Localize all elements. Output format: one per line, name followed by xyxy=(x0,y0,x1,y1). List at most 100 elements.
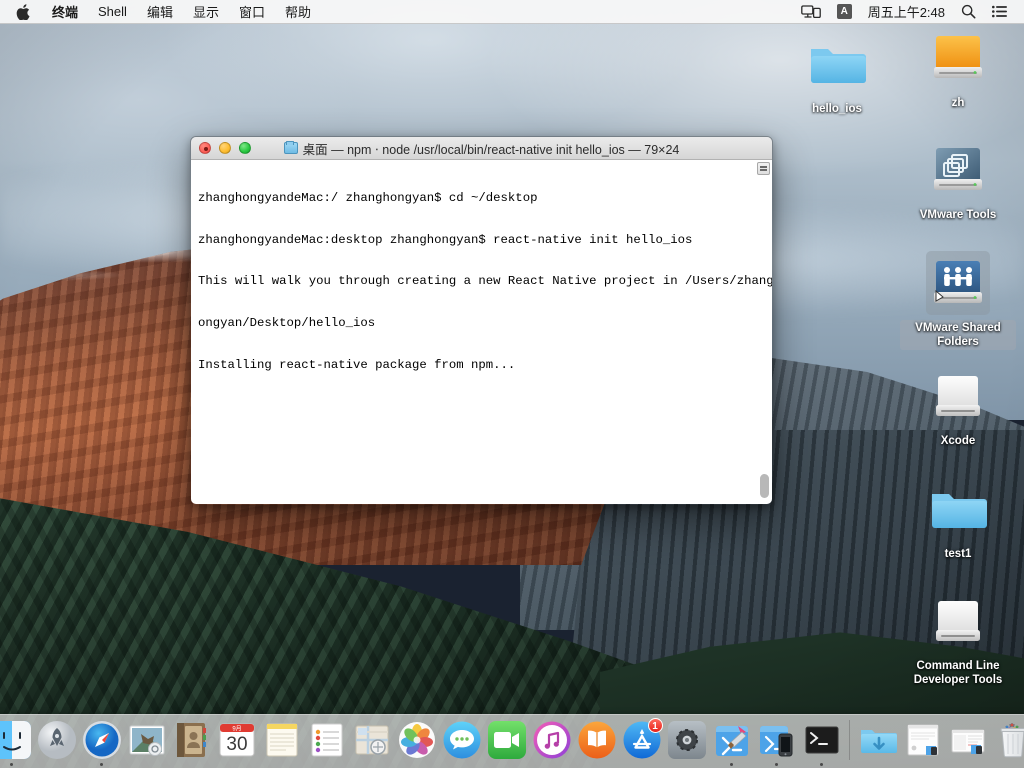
running-indicator xyxy=(99,762,104,766)
safari-icon xyxy=(82,720,122,760)
dock-separator xyxy=(849,720,850,760)
terminal-title-wrap: 桌面 — npm ‧ node /usr/local/bin/react-nat… xyxy=(191,139,772,158)
desktop-icon-label: zh xyxy=(951,97,965,109)
app-store-icon: 1 xyxy=(622,718,663,760)
photos-icon xyxy=(397,720,437,760)
notes-icon xyxy=(262,720,302,760)
menu-item-terminal[interactable]: 终端 xyxy=(42,0,88,23)
folder-icon xyxy=(805,32,869,96)
apple-menu[interactable] xyxy=(0,0,42,23)
dock-item-photos[interactable] xyxy=(394,716,439,766)
minimized-window-thumbnail xyxy=(903,720,943,760)
desktop-icon-label: hello_ios xyxy=(812,103,862,115)
dock-item-safari[interactable] xyxy=(79,716,124,766)
ibooks-icon xyxy=(577,720,617,760)
search-icon[interactable] xyxy=(953,0,984,23)
dock-item-contacts[interactable] xyxy=(169,716,214,766)
xcode-simulator-icon xyxy=(757,720,797,760)
menu-bar-clock[interactable]: 周五上午2:48 xyxy=(860,0,953,23)
desktop-icon-label: VMware Tools xyxy=(919,209,997,221)
calendar-month: 9月 xyxy=(232,726,241,733)
dock-item-minimized-window-2[interactable] xyxy=(945,716,990,766)
dock-item-downloads-stack[interactable] xyxy=(855,716,900,766)
apple-logo-icon xyxy=(16,3,30,20)
terminal-line: zhanghongyandeMac:desktop zhanghongyan$ … xyxy=(198,232,693,247)
messages-icon xyxy=(442,720,482,760)
menu-item-shell[interactable]: Shell xyxy=(88,0,137,23)
running-indicator xyxy=(9,762,14,766)
menu-item-window[interactable]: 窗口 xyxy=(229,0,275,23)
desktop-icon-test1[interactable]: test1 xyxy=(899,477,1017,562)
xcode-icon xyxy=(712,720,752,760)
dock-item-system-preferences[interactable] xyxy=(664,716,709,766)
dock-item-messages[interactable] xyxy=(439,716,484,766)
maps-icon xyxy=(352,720,392,760)
desktop-icon-zh[interactable]: zh xyxy=(899,26,1017,111)
menu-bar-status-area: A 周五上午2:48 xyxy=(793,0,1024,23)
white-drive-icon xyxy=(926,589,990,653)
notification-center-icon[interactable] xyxy=(984,0,1016,23)
dock-item-trash[interactable] xyxy=(990,716,1024,766)
zoom-button[interactable] xyxy=(239,142,251,154)
desktop-icon-hello_ios[interactable]: hello_ios xyxy=(778,32,896,117)
running-indicator xyxy=(729,762,734,766)
orange-drive-icon xyxy=(926,26,990,90)
terminal-scrollbar-thumb[interactable] xyxy=(760,474,769,498)
terminal-line: This will walk you through creating a ne… xyxy=(198,274,773,289)
input-method-indicator[interactable]: A xyxy=(829,0,860,23)
desktop-icon-command-line-developer-tools[interactable]: Command Line Developer Tools xyxy=(899,589,1017,688)
menu-item-help[interactable]: 帮助 xyxy=(275,0,321,23)
white-drive-icon xyxy=(926,364,990,428)
desktop-icon-label: test1 xyxy=(944,548,972,560)
terminal-title-bar[interactable]: 桌面 — npm ‧ node /usr/local/bin/react-nat… xyxy=(191,137,772,160)
terminal-output-area[interactable]: zhanghongyandeMac:/ zhanghongyan$ cd ~/d… xyxy=(191,160,773,504)
finder-icon xyxy=(0,720,32,760)
desktop-icon-xcode[interactable]: Xcode xyxy=(899,364,1017,449)
downloads-folder-icon xyxy=(858,720,898,760)
calendar-day: 30 xyxy=(226,734,247,755)
trash-icon xyxy=(993,720,1024,760)
dock-item-mail[interactable] xyxy=(124,716,169,766)
mail-icon xyxy=(127,720,167,760)
dock: 9月 30 1 xyxy=(0,714,1024,768)
dock-item-xcode-simulator[interactable] xyxy=(754,716,799,766)
terminal-icon xyxy=(802,720,842,760)
shared-folders-drive-icon xyxy=(926,251,990,315)
terminal-scrollbar[interactable] xyxy=(760,178,769,502)
terminal-line: zhanghongyandeMac:/ zhanghongyan$ cd ~/d… xyxy=(198,190,538,205)
menu-item-view[interactable]: 显示 xyxy=(183,0,229,23)
menu-bar-left: 终端 Shell 编辑 显示 窗口 帮助 xyxy=(0,0,321,23)
desktop-icon-label: Command Line Developer Tools xyxy=(913,660,1003,687)
dock-item-notes[interactable] xyxy=(259,716,304,766)
menu-item-edit[interactable]: 编辑 xyxy=(137,0,183,23)
terminal-line: ongyan/Desktop/hello_ios xyxy=(198,315,376,330)
close-button[interactable] xyxy=(199,142,211,154)
dock-item-launchpad[interactable] xyxy=(34,716,79,766)
running-indicator xyxy=(774,762,779,766)
launchpad-icon xyxy=(37,720,77,760)
dock-item-minimized-window-1[interactable] xyxy=(900,716,945,766)
app-store-badge: 1 xyxy=(647,718,663,733)
dock-item-finder[interactable] xyxy=(0,716,34,766)
desktop-icon-vmware-tools[interactable]: VMware Tools xyxy=(899,138,1017,223)
desktop-icon-vmware-shared-folders[interactable]: VMware Shared Folders xyxy=(899,251,1017,351)
system-preferences-icon xyxy=(667,720,707,760)
folder-icon xyxy=(926,477,990,541)
terminal-line: Installing react-native package from npm… xyxy=(198,357,516,372)
proxy-folder-icon xyxy=(283,141,298,154)
dock-item-itunes[interactable] xyxy=(529,716,574,766)
dock-item-reminders[interactable] xyxy=(304,716,349,766)
minimize-button[interactable] xyxy=(219,142,231,154)
screen-share-icon[interactable] xyxy=(793,0,829,23)
dock-item-ibooks[interactable] xyxy=(574,716,619,766)
dock-item-terminal[interactable] xyxy=(799,716,844,766)
menu-bar: 终端 Shell 编辑 显示 窗口 帮助 A 周五上午2:48 xyxy=(0,0,1024,24)
terminal-window[interactable]: 桌面 — npm ‧ node /usr/local/bin/react-nat… xyxy=(190,136,773,505)
dock-item-maps[interactable] xyxy=(349,716,394,766)
minimized-window-thumbnail xyxy=(948,720,988,760)
dock-item-xcode[interactable] xyxy=(709,716,754,766)
dock-item-facetime[interactable] xyxy=(484,716,529,766)
dock-item-app-store[interactable]: 1 xyxy=(619,716,664,766)
terminal-scroll-options-button[interactable] xyxy=(757,162,770,175)
dock-item-calendar[interactable]: 9月 30 xyxy=(214,716,259,766)
